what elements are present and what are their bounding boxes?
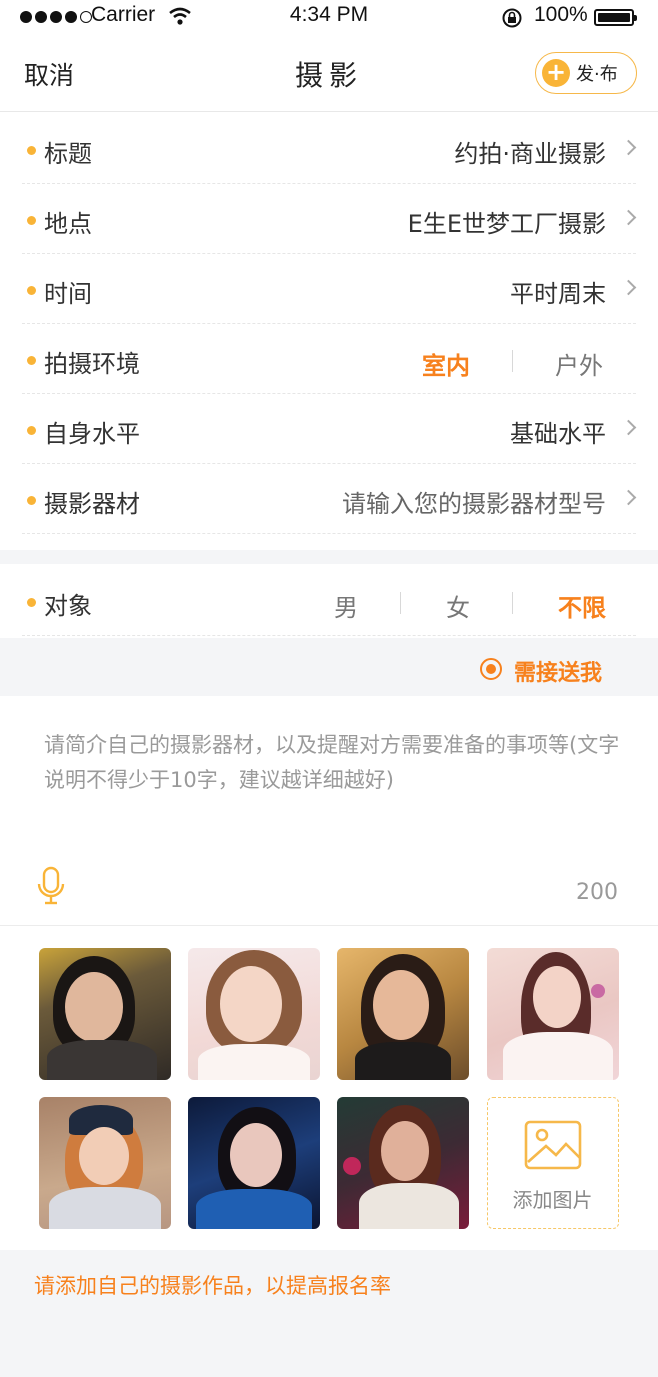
bullet-dot: [27, 356, 36, 365]
chevron-right-icon: [620, 279, 637, 296]
photo-thumbnail[interactable]: [188, 1097, 320, 1229]
publish-label: 发·布: [576, 64, 618, 85]
bullet-dot: [27, 286, 36, 295]
section-divider: [0, 550, 658, 564]
photo-thumbnail[interactable]: [487, 948, 619, 1080]
chevron-right-icon: [620, 139, 637, 156]
option-divider: [512, 350, 513, 372]
title-label: 标题: [44, 140, 92, 168]
plus-icon: +: [542, 59, 570, 87]
pickup-radio[interactable]: [480, 658, 502, 680]
divider: [0, 925, 658, 926]
level-row[interactable]: 自身水平 基础水平: [22, 394, 637, 464]
time-label: 时间: [44, 280, 92, 308]
environment-option-indoor[interactable]: 室内: [422, 346, 470, 381]
equipment-row[interactable]: 摄影器材 请输入您的摄影器材型号: [22, 464, 637, 534]
bullet-dot: [27, 216, 36, 225]
environment-row: 拍摄环境 室内 户外: [22, 324, 636, 394]
equipment-label: 摄影器材: [44, 490, 140, 518]
time-row[interactable]: 时间 平时周末: [22, 254, 637, 324]
photo-thumbnail[interactable]: [39, 1097, 171, 1229]
target-option-female[interactable]: 女: [446, 588, 470, 623]
microphone-icon[interactable]: [36, 866, 66, 906]
chevron-right-icon: [620, 489, 637, 506]
image-icon: [524, 1120, 582, 1170]
target-option-any[interactable]: 不限: [558, 588, 606, 623]
photo-thumbnail[interactable]: [188, 948, 320, 1080]
footer: 请添加自己的摄影作品，以提高报名率: [0, 1250, 658, 1377]
publish-button[interactable]: + 发·布: [535, 52, 637, 94]
photo-thumbnail[interactable]: [337, 948, 469, 1080]
option-divider: [512, 592, 513, 614]
bullet-dot: [27, 598, 36, 607]
title-row[interactable]: 标题 约拍·商业摄影: [22, 114, 637, 184]
location-label: 地点: [44, 210, 92, 238]
pickup-bar: 需接送我: [0, 638, 658, 696]
bullet-dot: [27, 496, 36, 505]
location-row[interactable]: 地点 E生E世梦工厂摄影: [22, 184, 637, 254]
navigation-bar: 取消 摄影 + 发·布: [0, 34, 658, 112]
target-label: 对象: [44, 592, 92, 620]
bullet-dot: [27, 146, 36, 155]
target-option-male[interactable]: 男: [334, 588, 358, 623]
target-row: 对象 男 女 不限: [22, 566, 636, 636]
add-photo-button[interactable]: 添加图片: [487, 1097, 619, 1229]
environment-label: 拍摄环境: [44, 350, 140, 378]
pickup-label[interactable]: 需接送我: [514, 655, 602, 687]
chevron-right-icon: [620, 419, 637, 436]
equipment-input[interactable]: 请输入您的摄影器材型号: [342, 484, 606, 519]
orientation-lock-icon: [502, 8, 522, 28]
location-value: E生E世梦工厂摄影: [407, 210, 606, 238]
battery-icon: [594, 9, 637, 26]
chevron-right-icon: [620, 209, 637, 226]
footer-tip: 请添加自己的摄影作品，以提高报名率: [34, 1274, 391, 1298]
title-value: 约拍·商业摄影: [454, 140, 606, 168]
time-value: 平时周末: [510, 280, 606, 308]
add-photo-label: 添加图片: [512, 1188, 593, 1212]
environment-option-outdoor[interactable]: 户外: [555, 346, 603, 381]
option-divider: [400, 592, 401, 614]
battery-percentage: 100%: [534, 3, 588, 26]
status-bar: Carrier 4:34 PM 100%: [0, 0, 658, 34]
level-label: 自身水平: [44, 420, 140, 448]
description-textarea[interactable]: 请简介自己的摄影器材，以及提醒对方需要准备的事项等(文字说明不得少于10字，建议…: [44, 728, 624, 798]
photo-thumbnail[interactable]: [337, 1097, 469, 1229]
bullet-dot: [27, 426, 36, 435]
photo-thumbnail[interactable]: [39, 948, 171, 1080]
char-count: 200: [576, 880, 618, 905]
level-value: 基础水平: [510, 420, 606, 448]
